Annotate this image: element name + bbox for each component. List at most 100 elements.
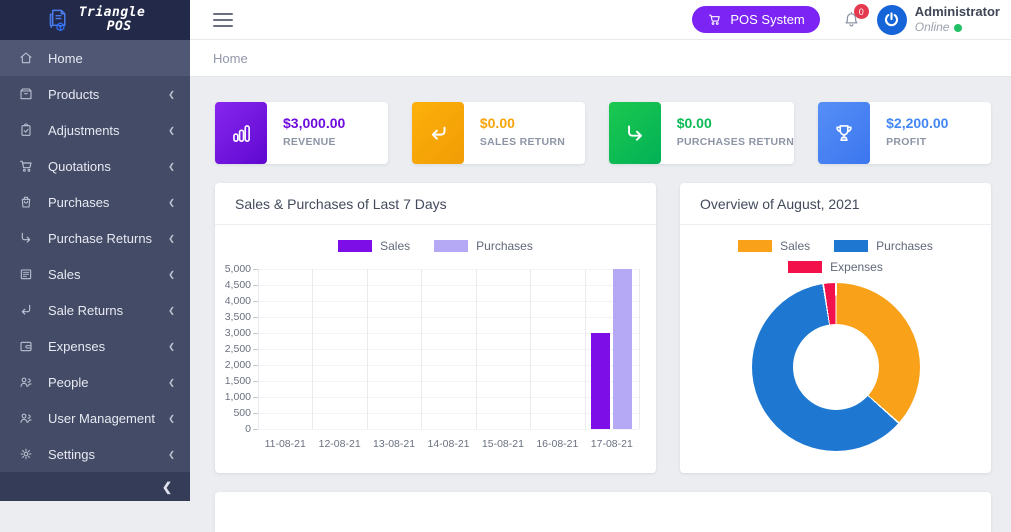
app-title: TrianglePOS <box>79 6 146 35</box>
legend-swatch <box>738 240 772 252</box>
y-axis-tick-label: 5,000 <box>215 263 251 275</box>
stat-value: $3,000.00 <box>283 115 345 131</box>
stat-card-purchases-return: $0.00 PURCHASES RETURN <box>609 102 794 164</box>
chevron-left-icon: ❮ <box>168 162 175 171</box>
sidebar-collapse-button[interactable]: ❮ <box>0 472 190 501</box>
y-axis-tick <box>253 285 258 286</box>
online-status-dot <box>954 24 962 32</box>
gridline <box>258 301 639 302</box>
sidebar-item-label: Products <box>48 87 99 102</box>
sidebar-item-label: Sale Returns <box>48 303 123 318</box>
gridline <box>258 333 639 334</box>
donut-chart-legend: Sales Purchases Expenses <box>706 239 966 274</box>
gridline <box>421 269 422 429</box>
stat-card-revenue: $3,000.00 REVENUE <box>215 102 388 164</box>
legend-swatch <box>788 261 822 273</box>
gridline <box>312 269 313 429</box>
chevron-left-icon: ❮ <box>168 198 175 207</box>
app-logo[interactable]: TrianglePOS <box>0 0 190 40</box>
chevron-left-icon: ❮ <box>168 414 175 423</box>
gridline <box>367 269 368 429</box>
chevron-left-icon: ❮ <box>168 126 175 135</box>
user-name: Administrator <box>915 4 1000 20</box>
donut-chart-title: Overview of August, 2021 <box>680 183 991 225</box>
sidebar-item-sales[interactable]: Sales ❮ <box>0 256 190 292</box>
gridline <box>258 269 639 270</box>
sidebar-item-label: People <box>48 375 88 390</box>
user-menu[interactable]: Administrator Online <box>915 4 1000 35</box>
topbar: POS System 0 Administrator Online <box>190 0 1011 40</box>
legend-label: Purchases <box>476 239 533 253</box>
stats-row: $3,000.00REVENUE$0.00SALES RETURN$0.00PU… <box>215 102 991 164</box>
sidebar-item-label: Home <box>48 51 83 66</box>
menu-toggle-icon[interactable] <box>213 13 233 27</box>
user-status: Online <box>915 20 1000 35</box>
legend-label: Sales <box>380 239 410 253</box>
legend-item-sales[interactable]: Sales <box>738 239 810 253</box>
sidebar-item-label: Quotations <box>48 159 111 174</box>
breadcrumb-home[interactable]: Home <box>213 51 248 66</box>
chevron-left-icon: ❮ <box>168 378 175 387</box>
stat-card-profit: $2,200.00PROFIT <box>818 102 991 164</box>
pos-system-button[interactable]: POS System <box>692 6 819 33</box>
sidebar: TrianglePOS HomeProducts❮Adjustments❮Quo… <box>0 0 190 501</box>
sales-purchases-chart-card: Sales & Purchases of Last 7 Days Sales Pu… <box>215 183 656 473</box>
x-axis-tick-label: 15-08-21 <box>473 438 533 450</box>
gridline <box>258 317 639 318</box>
sidebar-item-label: Purchase Returns <box>48 231 152 246</box>
x-axis-tick-label: 17-08-21 <box>582 438 642 450</box>
x-axis-tick-label: 11-08-21 <box>255 438 315 450</box>
stat-label: PROFIT <box>886 136 948 148</box>
sidebar-nav: HomeProducts❮Adjustments❮Quotations❮Purc… <box>0 40 190 472</box>
sidebar-item-people[interactable]: People ❮ <box>0 364 190 400</box>
y-axis-tick-label: 1,500 <box>215 375 251 387</box>
legend-item-sales[interactable]: Sales <box>338 239 410 253</box>
triangle-pos-logo-icon <box>45 7 72 34</box>
x-axis-tick-label: 14-08-21 <box>419 438 479 450</box>
legend-item-expenses[interactable]: Expenses <box>788 260 883 274</box>
bar-chart-legend: Sales Purchases <box>215 239 656 253</box>
sidebar-item-products[interactable]: Products❮ <box>0 76 190 112</box>
y-axis-tick-label: 4,000 <box>215 295 251 307</box>
gridline <box>258 269 259 429</box>
y-axis-tick-label: 3,000 <box>215 327 251 339</box>
chevron-left-icon: ❮ <box>168 450 175 459</box>
sidebar-item-settings[interactable]: Settings❮ <box>0 436 190 472</box>
bar-purchases-17-08-21 <box>613 269 632 429</box>
stat-label: PURCHASES RETURN <box>677 136 794 148</box>
sidebar-item-home[interactable]: Home <box>0 40 190 76</box>
stat-value: $0.00 <box>677 115 794 131</box>
legend-item-purchases[interactable]: Purchases <box>834 239 933 253</box>
user-avatar[interactable] <box>877 5 907 35</box>
y-axis-tick-label: 500 <box>215 407 251 419</box>
gridline <box>258 381 639 382</box>
users-icon <box>18 374 34 390</box>
sidebar-item-purchase-returns[interactable]: Purchase Returns❮ <box>0 220 190 256</box>
sidebar-item-label: Sales <box>48 267 81 282</box>
sidebar-item-user-management[interactable]: User Management❮ <box>0 400 190 436</box>
bar-chart-title: Sales & Purchases of Last 7 Days <box>215 183 656 225</box>
sidebar-item-adjustments[interactable]: Adjustments❮ <box>0 112 190 148</box>
gridline <box>258 349 639 350</box>
y-axis-tick <box>253 381 258 382</box>
stat-icon-box <box>609 102 661 164</box>
gear-icon <box>18 446 34 462</box>
gridline <box>639 269 640 429</box>
stat-value: $0.00 <box>480 115 565 131</box>
gridline <box>258 397 639 398</box>
chevron-left-icon: ❮ <box>168 342 175 351</box>
legend-swatch <box>434 240 468 252</box>
legend-item-purchases[interactable]: Purchases <box>434 239 533 253</box>
sidebar-item-purchases[interactable]: Purchases❮ <box>0 184 190 220</box>
chevron-left-icon: ❮ <box>168 270 175 279</box>
sidebar-item-sale-returns[interactable]: Sale Returns ❮ <box>0 292 190 328</box>
gridline <box>476 269 477 429</box>
sidebar-item-expenses[interactable]: Expenses❮ <box>0 328 190 364</box>
y-axis-tick <box>253 413 258 414</box>
chevron-left-icon: ❮ <box>168 306 175 315</box>
notifications-button[interactable]: 0 <box>842 10 861 29</box>
users-icon <box>18 410 34 426</box>
sidebar-item-quotations[interactable]: Quotations ❮ <box>0 148 190 184</box>
stat-label: REVENUE <box>283 136 345 148</box>
gridline <box>258 365 639 366</box>
